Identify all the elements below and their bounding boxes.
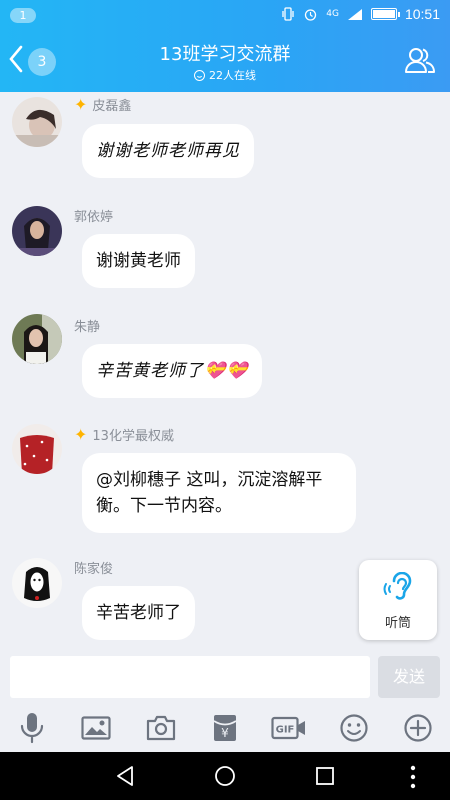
camera-icon bbox=[146, 715, 175, 741]
page-title: 13班学习交流群 bbox=[159, 44, 291, 65]
send-button[interactable]: 发送 bbox=[378, 656, 440, 698]
gif-label: GIF bbox=[276, 725, 295, 736]
clock: 10:51 bbox=[404, 6, 440, 22]
message-bubble[interactable]: 谢谢黄老师 bbox=[82, 234, 195, 288]
red-packet-button[interactable]: ¥ bbox=[205, 708, 245, 748]
sender-name: 郭依婷 bbox=[74, 210, 114, 225]
gif-button[interactable]: GIF bbox=[269, 708, 309, 748]
battery-icon bbox=[370, 8, 400, 20]
plus-icon bbox=[404, 714, 432, 742]
nav-home-icon[interactable] bbox=[214, 765, 236, 787]
ear-icon bbox=[383, 571, 412, 600]
message-text: 谢谢老师老师再见 bbox=[96, 141, 240, 161]
nav-recent-icon[interactable] bbox=[315, 765, 335, 787]
message-text: @刘柳穗子 这叫，沉淀溶解平衡。下一节内容。 bbox=[96, 470, 323, 516]
message-bubble[interactable]: 辛苦黄老师了💝💝 bbox=[82, 344, 263, 398]
network-label: 4G bbox=[326, 9, 339, 19]
signal-icon bbox=[347, 8, 362, 20]
more-button[interactable] bbox=[398, 708, 438, 748]
camera-button[interactable] bbox=[141, 708, 181, 748]
red-packet-icon: ¥ bbox=[213, 715, 237, 741]
earpiece-label: 听筒 bbox=[384, 616, 411, 631]
alarm-icon bbox=[305, 8, 317, 21]
earpiece-button[interactable]: 听筒 bbox=[359, 560, 437, 640]
gif-icon: GIF bbox=[271, 716, 306, 740]
members-button[interactable] bbox=[404, 45, 436, 79]
sender-name: ✦ 13化学最权威 bbox=[74, 424, 174, 444]
message-text: 谢谢黄老师 bbox=[96, 251, 181, 271]
vibrate-icon bbox=[282, 7, 294, 21]
message-text: 辛苦老师了 bbox=[96, 603, 181, 623]
online-icon bbox=[194, 69, 205, 81]
image-button[interactable] bbox=[76, 708, 116, 748]
nav-menu-icon[interactable] bbox=[409, 765, 417, 789]
red-packet-symbol: ¥ bbox=[221, 726, 229, 740]
message-bubble[interactable]: 谢谢老师老师再见 bbox=[82, 124, 254, 178]
members-icon bbox=[405, 48, 435, 73]
avatar[interactable] bbox=[12, 558, 62, 608]
title-bar: 3 13班学习交流群 22人在线 bbox=[0, 30, 450, 92]
system-nav-bar bbox=[0, 752, 450, 800]
notification-badge: 1 bbox=[10, 8, 36, 23]
sender-name: 陈家俊 bbox=[74, 562, 114, 577]
voice-button[interactable] bbox=[12, 708, 52, 748]
online-count: 22人在线 bbox=[209, 69, 256, 82]
input-area: 发送 bbox=[0, 652, 450, 704]
input-toolbar: ¥ GIF bbox=[0, 704, 450, 752]
online-status: 22人在线 bbox=[0, 67, 450, 83]
microphone-icon bbox=[21, 713, 44, 744]
star-badge-icon: ✦ bbox=[74, 424, 88, 444]
nav-back-icon[interactable] bbox=[114, 765, 136, 787]
avatar[interactable] bbox=[12, 314, 62, 364]
sender-name: ✦ 皮磊鑫 bbox=[74, 94, 132, 114]
status-bar: 1 4G 10:51 bbox=[0, 0, 450, 30]
image-icon bbox=[81, 716, 112, 740]
sender-name: 朱静 bbox=[74, 320, 101, 335]
avatar[interactable] bbox=[12, 97, 62, 147]
star-badge-icon: ✦ bbox=[74, 94, 88, 114]
message-bubble[interactable]: 辛苦老师了 bbox=[82, 586, 195, 640]
emoji-button[interactable] bbox=[334, 708, 374, 748]
gift-heart-emoji: 💝💝 bbox=[204, 361, 249, 381]
avatar[interactable] bbox=[12, 424, 62, 474]
message-input[interactable] bbox=[10, 656, 370, 698]
message-bubble[interactable]: @刘柳穗子 这叫，沉淀溶解平衡。下一节内容。 bbox=[82, 453, 356, 533]
message-text: 辛苦黄老师了 bbox=[96, 361, 204, 381]
status-icons: 4G 10:51 bbox=[281, 6, 440, 22]
emoji-icon bbox=[339, 714, 368, 742]
avatar[interactable] bbox=[12, 206, 62, 256]
